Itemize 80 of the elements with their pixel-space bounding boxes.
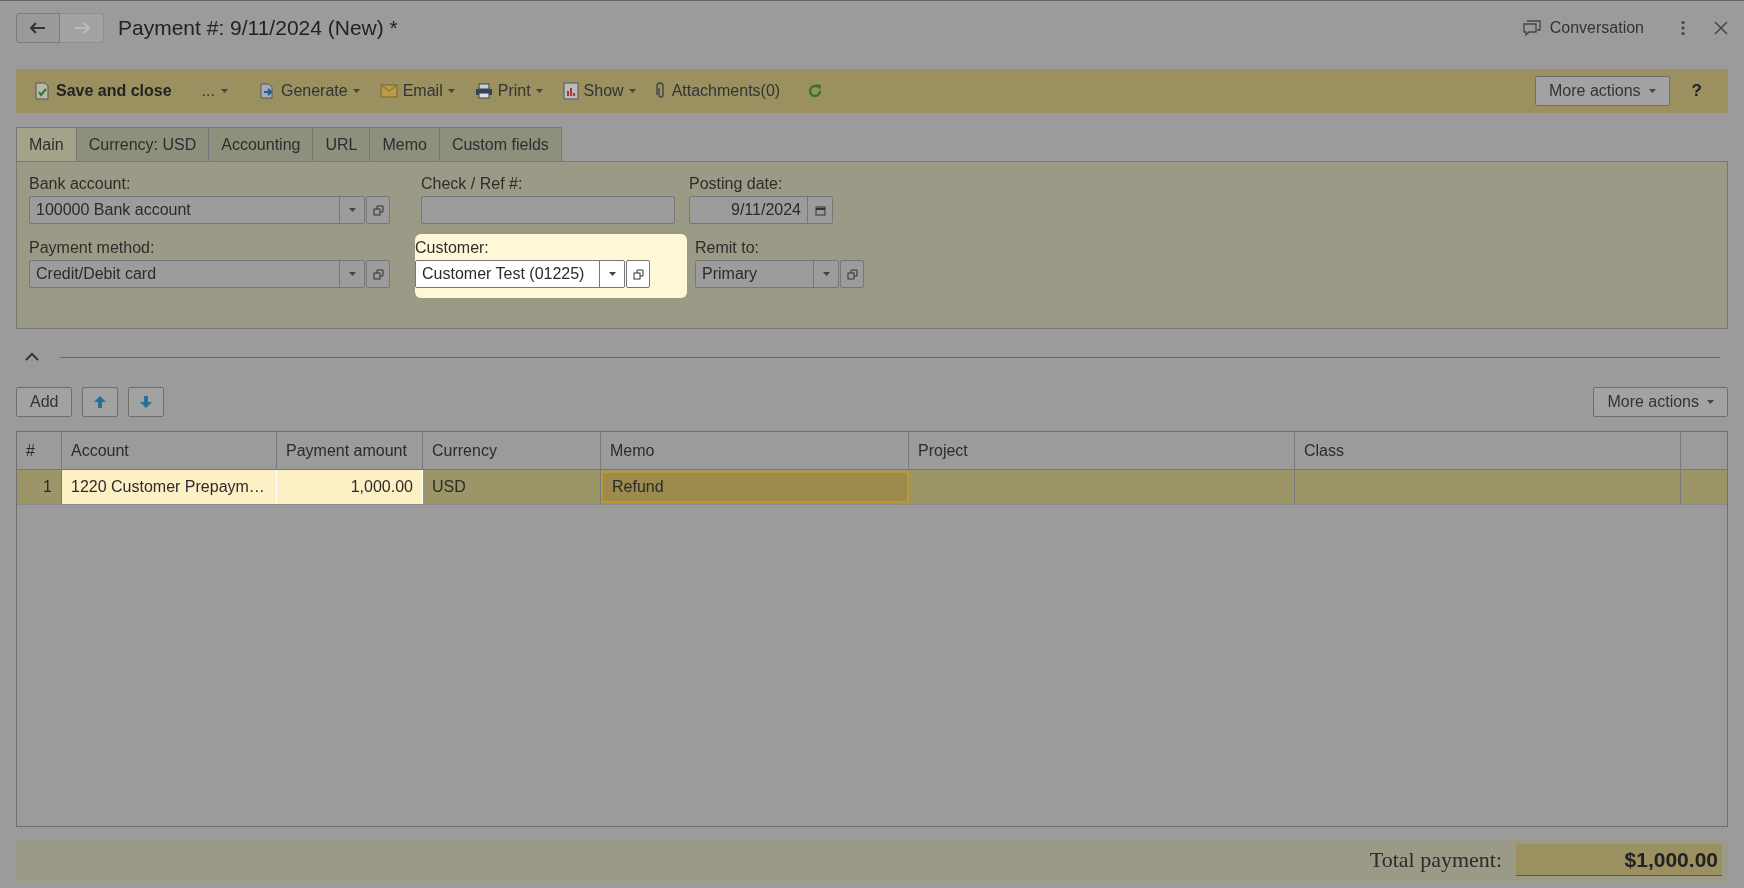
arrow-down-icon [139,395,154,409]
tab[interactable]: Memo [369,127,440,161]
caret-icon [348,272,356,276]
open-window-icon [632,268,644,280]
caret-icon [822,272,830,276]
open-window-icon [372,268,384,280]
open-item-button[interactable] [626,260,650,288]
field-label: Bank account: [29,174,132,194]
caret-icon [628,89,636,93]
more-actions-button[interactable]: More actions [1593,387,1728,417]
document-arrow-icon [257,82,276,100]
more-actions-button[interactable]: More actions [1535,76,1670,106]
table-row[interactable]: 1 1220 Customer Prepaym… 1,000.00 USD Refund [17,470,1727,505]
dropdown-field[interactable]: Customer Test (01225) [415,260,625,288]
column-header[interactable]: Memo [601,432,909,469]
toolbar-button[interactable]: Print [466,76,551,106]
column-header[interactable]: Class [1295,432,1681,469]
window-title: Payment #: 9/11/2024 (New) * [118,16,398,40]
caret-icon [1707,400,1714,404]
calendar-icon [814,204,826,216]
back-button[interactable] [16,13,60,43]
toolbar-button[interactable]: ... [193,76,236,106]
open-window-icon [372,204,384,216]
caret-icon [220,89,228,93]
add-button[interactable]: Add [16,387,73,417]
toolbar-button[interactable]: Show [554,76,644,106]
column-header[interactable]: Project [909,432,1295,469]
column-header[interactable]: # [17,432,62,469]
column-header[interactable]: Payment amount [277,432,423,469]
total-value: $1,000.00 [1516,844,1722,876]
report-chart-icon [562,82,579,100]
dropdown-field[interactable]: Primary [695,260,839,288]
field-label: Customer: [415,238,490,258]
field-label: Posting date: [689,174,784,194]
field-label: Remit to: [695,238,760,258]
toolbar-button[interactable]: Generate [249,76,368,106]
input-field[interactable] [421,196,675,224]
toolbar-button[interactable]: Email [371,76,463,106]
toolbar-button[interactable]: Save and close [26,76,180,106]
caret-icon [1648,89,1656,93]
caret-icon [352,89,360,93]
tab[interactable]: Main [16,127,77,161]
arrow-up-icon [93,395,108,409]
chevron-up-icon[interactable] [24,352,40,362]
help-button[interactable]: ? [1687,81,1706,101]
caret-icon [535,89,543,93]
date-field[interactable]: 9/11/2024 [689,196,833,224]
envelope-icon [379,84,398,98]
move-up-button[interactable] [82,387,119,417]
caret-icon [348,208,356,212]
toolbar-button[interactable]: Attachments(0) [647,76,789,106]
tab[interactable]: URL [312,127,371,161]
dropdown-field[interactable]: Credit/Debit card [29,260,365,288]
back-arrow-icon [30,22,46,34]
tab[interactable]: Custom fields [438,127,562,161]
tab[interactable]: Accounting [208,127,314,161]
close-icon[interactable] [1714,21,1728,35]
document-check-icon [34,82,50,100]
open-item-button[interactable] [366,196,390,224]
cell-editor[interactable]: Refund [601,471,909,503]
open-item-button[interactable] [366,260,390,288]
caret-icon [608,272,616,276]
table-cell: 1220 Customer Prepaym… [62,470,277,504]
move-down-button[interactable] [128,387,165,417]
column-header[interactable]: Account [62,432,277,469]
open-window-icon [846,268,858,280]
printer-icon [474,83,493,99]
tab[interactable]: Currency: USD [75,127,210,161]
dropdown-field[interactable]: 100000 Bank account [29,196,365,224]
table-cell: 1,000.00 [277,470,423,504]
open-item-button[interactable] [840,260,864,288]
forward-arrow-icon [73,22,90,34]
field-label: Check / Ref #: [421,174,524,194]
chat-bubbles-icon [1521,19,1542,37]
conversation-button[interactable]: Conversation [1521,19,1644,37]
column-header[interactable]: Currency [423,432,601,469]
total-label: Total payment: [1369,847,1502,873]
caret-icon [447,89,455,93]
paperclip-icon [655,82,666,100]
more-options-icon[interactable] [1680,20,1686,36]
